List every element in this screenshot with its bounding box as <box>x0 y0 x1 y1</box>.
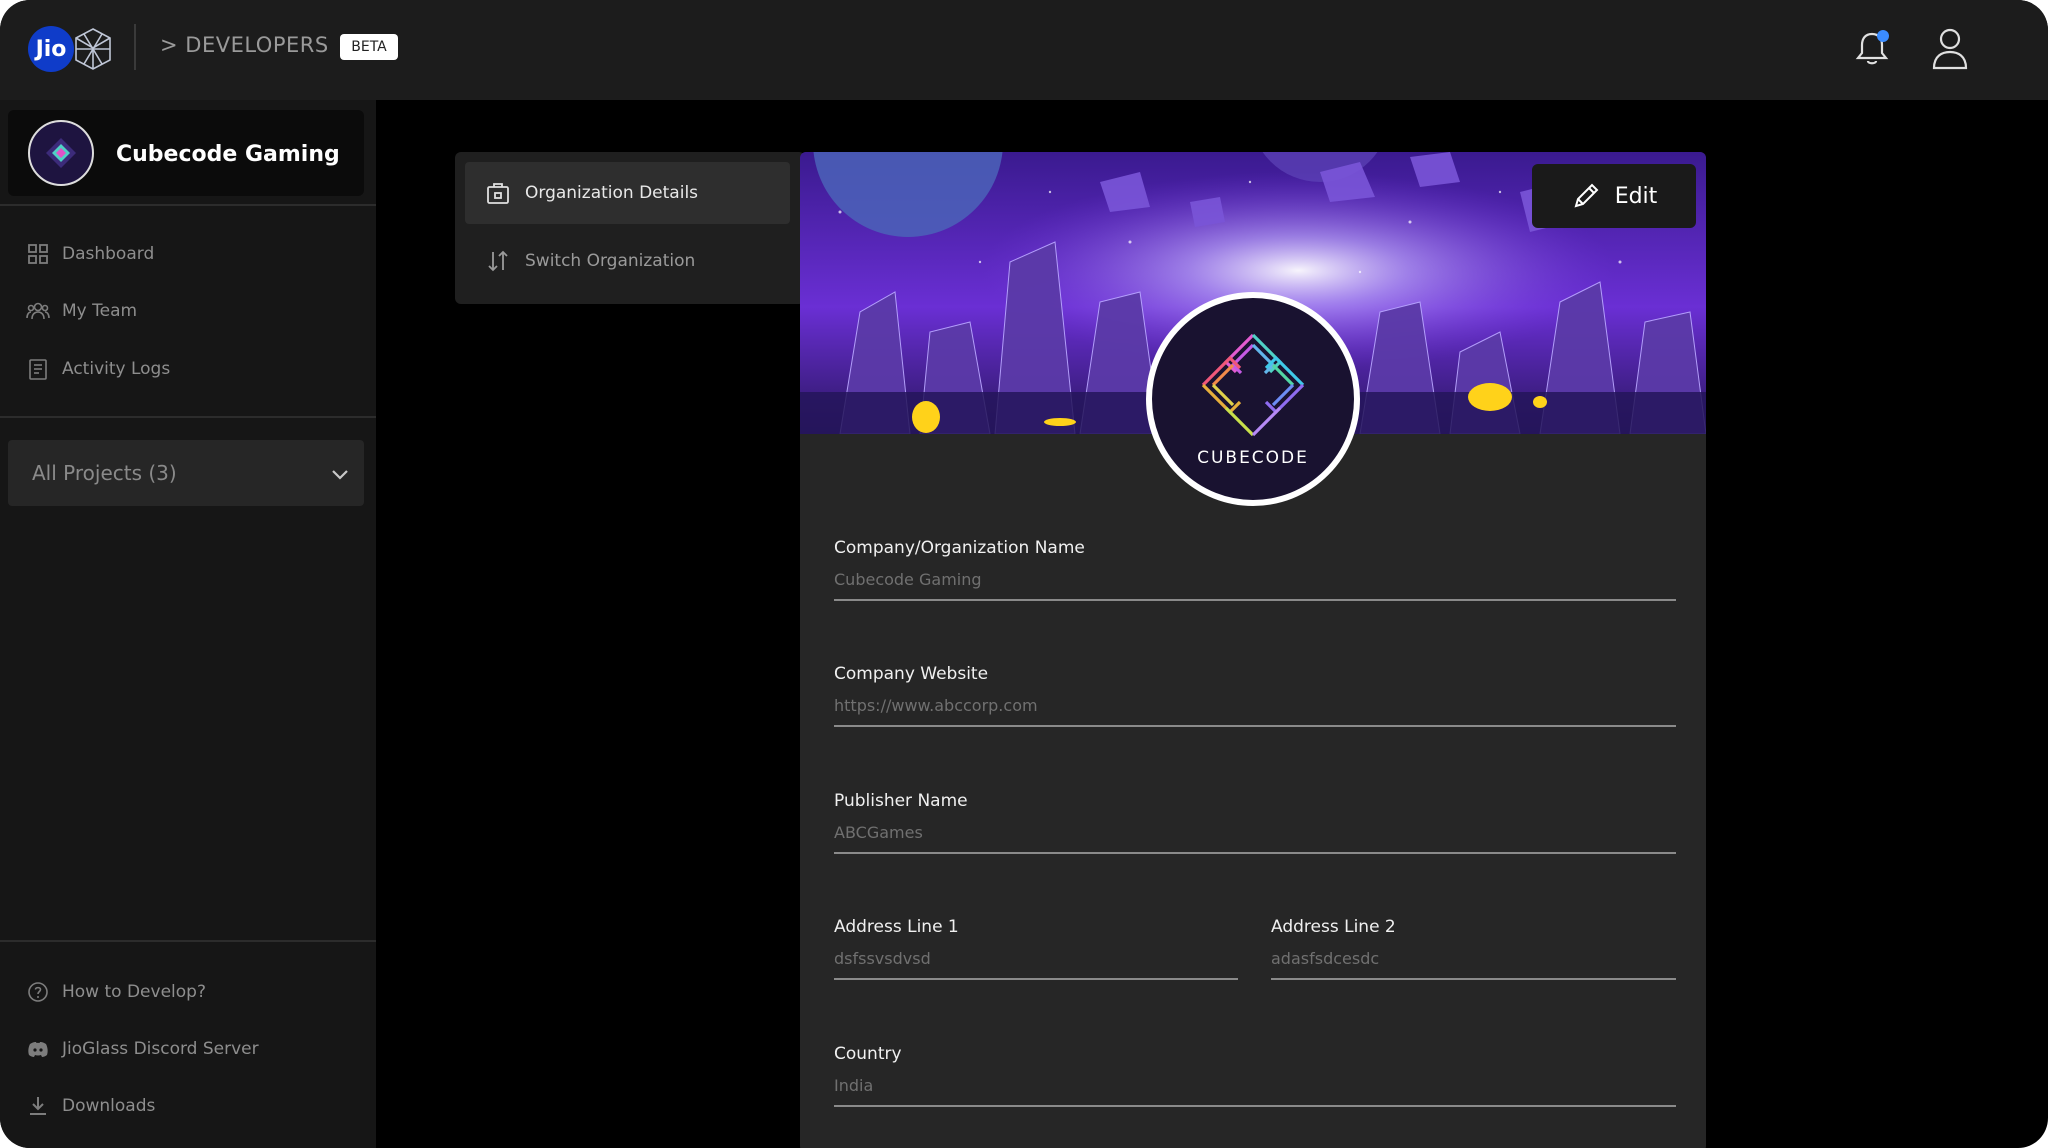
bell-icon[interactable] <box>1852 28 1892 68</box>
cubecode-logo-icon <box>46 138 76 168</box>
company-name-field[interactable]: Company/Organization Name Cubecode Gamin… <box>834 538 1676 601</box>
sidebar-item-label: Activity Logs <box>62 359 171 379</box>
address-line-1-input[interactable]: dsfssvsdvsd <box>834 949 1238 980</box>
country-input[interactable]: India <box>834 1076 1676 1107</box>
publisher-name-field[interactable]: Publisher Name ABCGames <box>834 791 1676 854</box>
field-label: Country <box>834 1044 902 1064</box>
field-label: Address Line 2 <box>1271 917 1396 937</box>
projects-dropdown-value: All Projects (3) <box>32 461 177 485</box>
sidebar-item-discord[interactable]: JioGlass Discord Server <box>26 1037 259 1061</box>
org-card[interactable]: Cubecode Gaming <box>8 110 364 196</box>
org-avatar <box>28 120 94 186</box>
discord-icon <box>28 1042 48 1057</box>
app-window: Jio > DEVELOPERS BETA Cubecode Gaming Da… <box>0 0 2048 1148</box>
organization-logo[interactable]: CUBECODE <box>1146 292 1360 506</box>
organization-details-panel: Edit CUBECODE Company/Organization Name … <box>800 152 1706 1148</box>
address-line-1-field[interactable]: Address Line 1 dsfssvsdvsd <box>834 917 1238 980</box>
field-label: Company/Organization Name <box>834 538 1085 558</box>
sidebar: Cubecode Gaming Dashboard My Team Activi… <box>0 100 376 1148</box>
sidebar-item-my-team[interactable]: My Team <box>26 299 137 323</box>
submenu-item-label: Organization Details <box>525 183 699 203</box>
tab-organization-details[interactable]: Organization Details <box>465 162 790 224</box>
help-icon <box>28 982 48 1002</box>
sidebar-item-label: Downloads <box>62 1096 156 1116</box>
org-name: Cubecode Gaming <box>116 142 340 167</box>
beta-badge: BETA <box>340 34 398 60</box>
sidebar-item-label: Dashboard <box>62 244 155 264</box>
sidebar-item-activity-logs[interactable]: Activity Logs <box>26 357 170 381</box>
address-line-2-field[interactable]: Address Line 2 adasfsdcesdc <box>1271 917 1676 980</box>
download-icon <box>30 1097 46 1115</box>
field-label: Publisher Name <box>834 791 968 811</box>
sidebar-item-label: JioGlass Discord Server <box>62 1039 259 1059</box>
sidebar-divider <box>0 416 376 418</box>
sidebar-divider <box>0 204 376 206</box>
edit-button[interactable]: Edit <box>1532 164 1696 228</box>
cubecode-logo-icon <box>1201 333 1305 437</box>
developers-label[interactable]: > DEVELOPERS <box>160 33 329 57</box>
sidebar-divider <box>0 940 376 942</box>
field-label: Address Line 1 <box>834 917 959 937</box>
company-website-input[interactable]: https://www.abccorp.com <box>834 696 1676 727</box>
country-field[interactable]: Country India <box>834 1044 1676 1107</box>
pencil-icon <box>1574 183 1599 208</box>
sidebar-item-label: How to Develop? <box>62 982 206 1002</box>
field-label: Company Website <box>834 664 989 684</box>
topbar-divider <box>134 24 136 70</box>
jio-logo-text: Jio <box>35 36 67 62</box>
address-line-2-input[interactable]: adasfsdcesdc <box>1271 949 1676 980</box>
edit-button-label: Edit <box>1614 183 1658 209</box>
projects-dropdown[interactable]: All Projects (3) <box>8 440 364 506</box>
sidebar-item-downloads[interactable]: Downloads <box>26 1094 155 1118</box>
top-bar: Jio > DEVELOPERS BETA <box>0 0 2048 100</box>
glass-cube-logo-icon <box>75 28 111 70</box>
team-icon <box>26 302 50 320</box>
org-submenu: Organization Details Switch Organization <box>455 152 805 304</box>
user-profile-icon[interactable] <box>1930 26 1970 70</box>
sidebar-item-how-to-develop[interactable]: How to Develop? <box>26 980 206 1004</box>
sidebar-item-dashboard[interactable]: Dashboard <box>26 242 154 266</box>
company-name-input[interactable]: Cubecode Gaming <box>834 570 1676 601</box>
grid-icon <box>28 244 48 264</box>
jio-logo[interactable]: Jio <box>28 26 74 72</box>
sidebar-item-label: My Team <box>62 301 138 321</box>
submenu-item-label: Switch Organization <box>525 251 696 271</box>
chevron-down-icon <box>332 470 348 480</box>
publisher-name-input[interactable]: ABCGames <box>834 823 1676 854</box>
logo-wordmark: CUBECODE <box>1197 448 1309 468</box>
tab-switch-organization[interactable]: Switch Organization <box>465 230 790 292</box>
clipboard-icon <box>29 359 47 380</box>
company-website-field[interactable]: Company Website https://www.abccorp.com <box>834 664 1676 727</box>
briefcase-icon <box>487 183 509 204</box>
swap-icon <box>488 250 508 272</box>
